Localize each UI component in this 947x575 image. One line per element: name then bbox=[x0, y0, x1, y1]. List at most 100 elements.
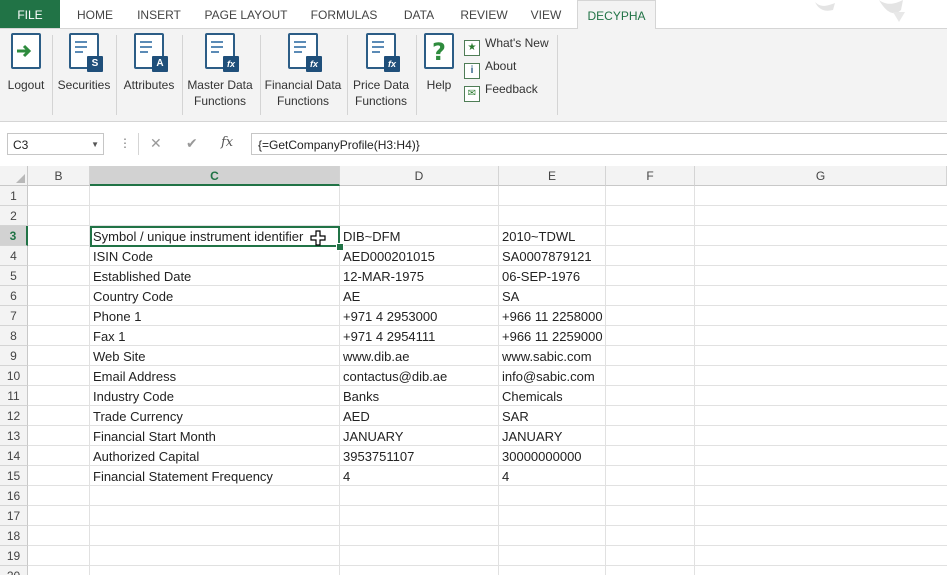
cell-d8[interactable]: +971 4 2954111 bbox=[340, 326, 499, 346]
cell-e7[interactable]: +966 11 2258000 bbox=[499, 306, 606, 326]
cell-c12[interactable]: Trade Currency bbox=[90, 406, 340, 426]
column-header-f[interactable]: F bbox=[606, 166, 695, 186]
row-header-6[interactable]: 6 bbox=[0, 286, 28, 306]
cell-e8[interactable]: +966 11 2259000 bbox=[499, 326, 606, 346]
cancel-icon[interactable]: ✕ bbox=[150, 135, 162, 152]
cell-c14[interactable]: Authorized Capital bbox=[90, 446, 340, 466]
cell-c10[interactable]: Email Address bbox=[90, 366, 340, 386]
master-data-functions-button[interactable]: fx Master Data Functions bbox=[186, 33, 254, 109]
row-header-12[interactable]: 12 bbox=[0, 406, 28, 426]
logout-button[interactable]: Logout bbox=[6, 33, 46, 93]
row-header-9[interactable]: 9 bbox=[0, 346, 28, 366]
cell-e5[interactable]: 06-SEP-1976 bbox=[499, 266, 606, 286]
row-header-20[interactable]: 20 bbox=[0, 566, 28, 575]
cell-d12[interactable]: AED bbox=[340, 406, 499, 426]
column-header-d[interactable]: D bbox=[340, 166, 499, 186]
securities-button[interactable]: S Securities bbox=[57, 33, 111, 93]
row-header-1[interactable]: 1 bbox=[0, 186, 28, 206]
excel-window: FILE HOME INSERT PAGE LAYOUT FORMULAS DA… bbox=[0, 0, 947, 575]
cell-e12[interactable]: SAR bbox=[499, 406, 606, 426]
cell-d6[interactable]: AE bbox=[340, 286, 499, 306]
ribbon-divider bbox=[260, 35, 261, 115]
cell-e10[interactable]: info@sabic.com bbox=[499, 366, 606, 386]
row-header-11[interactable]: 11 bbox=[0, 386, 28, 406]
enter-check-icon[interactable]: ✔ bbox=[186, 135, 198, 152]
cell-d13[interactable]: JANUARY bbox=[340, 426, 499, 446]
column-header-g[interactable]: G bbox=[695, 166, 947, 186]
select-all-corner[interactable] bbox=[0, 166, 28, 186]
cell-e15[interactable]: 4 bbox=[499, 466, 606, 486]
cell-d7[interactable]: +971 4 2953000 bbox=[340, 306, 499, 326]
help-button[interactable]: ? Help bbox=[422, 33, 456, 93]
cell-d11[interactable]: Banks bbox=[340, 386, 499, 406]
cell-c6[interactable]: Country Code bbox=[90, 286, 340, 306]
cell-d4[interactable]: AED000201015 bbox=[340, 246, 499, 266]
whats-new-button[interactable]: ★ What's New bbox=[464, 34, 549, 56]
row-header-10[interactable]: 10 bbox=[0, 366, 28, 386]
cell-e4[interactable]: SA0007879121 bbox=[499, 246, 606, 266]
row-header-15[interactable]: 15 bbox=[0, 466, 28, 486]
about-button[interactable]: i About bbox=[464, 57, 517, 79]
cell-e3[interactable]: 2010~TDWL bbox=[499, 226, 606, 246]
financial-data-functions-label: Financial Data Functions bbox=[264, 78, 342, 108]
more-options-icon[interactable]: ⋮ bbox=[119, 136, 131, 150]
row-header-18[interactable]: 18 bbox=[0, 526, 28, 546]
row-header-14[interactable]: 14 bbox=[0, 446, 28, 466]
column-header-c[interactable]: C bbox=[90, 166, 340, 186]
cell-d10[interactable]: contactus@dib.ae bbox=[340, 366, 499, 386]
row-header-13[interactable]: 13 bbox=[0, 426, 28, 446]
cell-c9[interactable]: Web Site bbox=[90, 346, 340, 366]
cell-e6[interactable]: SA bbox=[499, 286, 606, 306]
row-header-5[interactable]: 5 bbox=[0, 266, 28, 286]
tab-review[interactable]: REVIEW bbox=[454, 0, 514, 28]
cell-d3[interactable]: DIB~DFM bbox=[340, 226, 499, 246]
tab-home[interactable]: HOME bbox=[68, 0, 122, 28]
fill-handle[interactable] bbox=[336, 243, 344, 251]
cell-c5[interactable]: Established Date bbox=[90, 266, 340, 286]
cell-e11[interactable]: Chemicals bbox=[499, 386, 606, 406]
cell-c7[interactable]: Phone 1 bbox=[90, 306, 340, 326]
cell-c8[interactable]: Fax 1 bbox=[90, 326, 340, 346]
column-header-e[interactable]: E bbox=[499, 166, 606, 186]
cell-d9[interactable]: www.dib.ae bbox=[340, 346, 499, 366]
tab-file[interactable]: FILE bbox=[0, 0, 60, 28]
tab-view[interactable]: VIEW bbox=[522, 0, 570, 28]
cell-e13[interactable]: JANUARY bbox=[499, 426, 606, 446]
name-box[interactable]: C3 ▼ bbox=[7, 133, 104, 155]
column-header-b[interactable]: B bbox=[28, 166, 90, 186]
row-header-16[interactable]: 16 bbox=[0, 486, 28, 506]
decorative-background-icon bbox=[815, 0, 905, 22]
cell-e14[interactable]: 30000000000 bbox=[499, 446, 606, 466]
cell-c4[interactable]: ISIN Code bbox=[90, 246, 340, 266]
about-label: About bbox=[485, 59, 517, 73]
cell-d5[interactable]: 12-MAR-1975 bbox=[340, 266, 499, 286]
insert-function-icon[interactable]: fx bbox=[221, 135, 233, 150]
formula-input[interactable]: {=GetCompanyProfile(H3:H4)} bbox=[251, 133, 947, 155]
chevron-down-icon[interactable]: ▼ bbox=[91, 134, 99, 156]
securities-icon: S bbox=[69, 33, 103, 72]
cell-c15[interactable]: Financial Statement Frequency bbox=[90, 466, 340, 486]
tab-formulas[interactable]: FORMULAS bbox=[304, 0, 384, 28]
spreadsheet-grid[interactable]: B C D E F G 1 2 3 4 5 6 7 8 9 10 11 12 13 14 15 16 17 18 1… bbox=[0, 166, 947, 575]
price-data-functions-button[interactable]: fx Price Data Functions bbox=[351, 33, 411, 109]
feedback-button[interactable]: ✉ Feedback bbox=[464, 80, 538, 102]
row-header-7[interactable]: 7 bbox=[0, 306, 28, 326]
tab-page-layout[interactable]: PAGE LAYOUT bbox=[196, 0, 296, 28]
cell-c11[interactable]: Industry Code bbox=[90, 386, 340, 406]
cell-e9[interactable]: www.sabic.com bbox=[499, 346, 606, 366]
row-header-3[interactable]: 3 bbox=[0, 226, 28, 246]
cell-d14[interactable]: 3953751107 bbox=[340, 446, 499, 466]
price-data-functions-label: Price Data Functions bbox=[352, 78, 410, 108]
cell-c13[interactable]: Financial Start Month bbox=[90, 426, 340, 446]
row-header-8[interactable]: 8 bbox=[0, 326, 28, 346]
row-header-2[interactable]: 2 bbox=[0, 206, 28, 226]
tab-decypha[interactable]: DECYPHA bbox=[577, 0, 656, 30]
row-header-19[interactable]: 19 bbox=[0, 546, 28, 566]
tab-data[interactable]: DATA bbox=[392, 0, 446, 28]
attributes-button[interactable]: A Attributes bbox=[121, 33, 177, 93]
row-header-17[interactable]: 17 bbox=[0, 506, 28, 526]
tab-insert[interactable]: INSERT bbox=[130, 0, 188, 28]
cell-d15[interactable]: 4 bbox=[340, 466, 499, 486]
row-header-4[interactable]: 4 bbox=[0, 246, 28, 266]
financial-data-functions-button[interactable]: fx Financial Data Functions bbox=[264, 33, 342, 109]
